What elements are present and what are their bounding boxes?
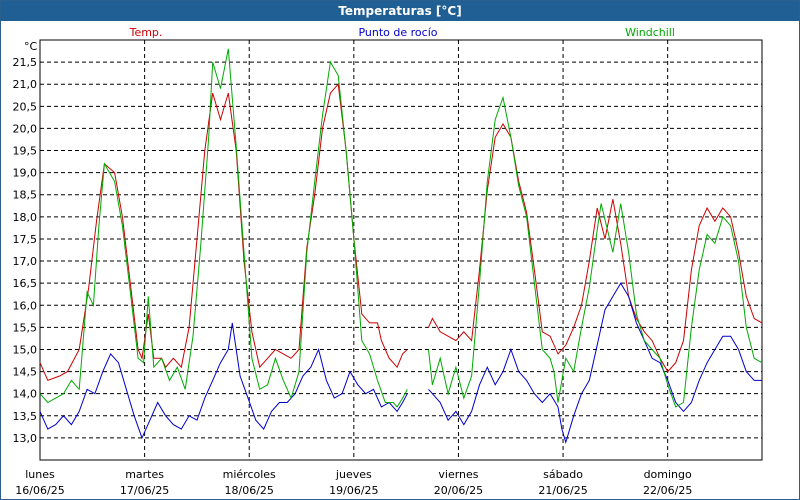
y-tick-label: 17,0 <box>13 255 38 268</box>
x-date-label: 18/06/25 <box>225 484 274 497</box>
y-tick-label: 18,0 <box>13 211 38 224</box>
y-tick-label: 15,0 <box>13 343 38 356</box>
x-day-label: lunes <box>25 468 55 481</box>
x-date-label: 22/06/25 <box>643 484 692 497</box>
x-day-label: jueves <box>335 468 372 481</box>
x-date-label: 21/06/25 <box>538 484 587 497</box>
x-day-label: domingo <box>644 468 692 481</box>
legend-item: Windchill <box>625 26 675 39</box>
series-line <box>39 282 762 445</box>
x-date-label: 19/06/25 <box>329 484 378 497</box>
y-tick-label: 20,5 <box>13 100 38 113</box>
y-tick-label: 16,5 <box>13 277 38 290</box>
y-tick-label: 20,0 <box>13 122 38 135</box>
y-tick-label: 15,5 <box>13 321 38 334</box>
temperature-chart: 13,0 13,5 14,0 14,5 15,0 15,5 16,0 16,5 17,0 17,5… <box>13 26 763 497</box>
plot-area <box>39 39 763 461</box>
y-tick-label: 16,0 <box>13 299 38 312</box>
x-day-label: sábado <box>543 468 583 481</box>
y-tick-label: 13,0 <box>13 432 38 445</box>
series-line <box>39 48 763 408</box>
y-tick-label: 21,0 <box>13 78 38 91</box>
x-day-label: martes <box>125 468 164 481</box>
y-tick-label: 21,5 <box>13 56 38 69</box>
x-day-label: viernes <box>438 468 478 481</box>
y-tick-label: 18,5 <box>13 189 38 202</box>
y-tick-label: 14,0 <box>13 388 38 401</box>
legend-item: Punto de rocío <box>358 26 437 39</box>
y-tick-label: 13,5 <box>13 410 38 423</box>
x-date-label: 17/06/25 <box>120 484 169 497</box>
y-tick-label: 19,0 <box>13 167 38 180</box>
y-tick-label: 17,5 <box>13 233 38 246</box>
x-date-label: 16/06/25 <box>15 484 64 497</box>
legend-item: Temp. <box>129 26 163 39</box>
y-tick-label: 19,5 <box>13 145 38 158</box>
x-day-label: miércoles <box>223 468 276 481</box>
y-tick-label: 14,5 <box>13 366 38 379</box>
y-unit-label: °C <box>24 40 38 53</box>
x-date-label: 20/06/25 <box>434 484 483 497</box>
